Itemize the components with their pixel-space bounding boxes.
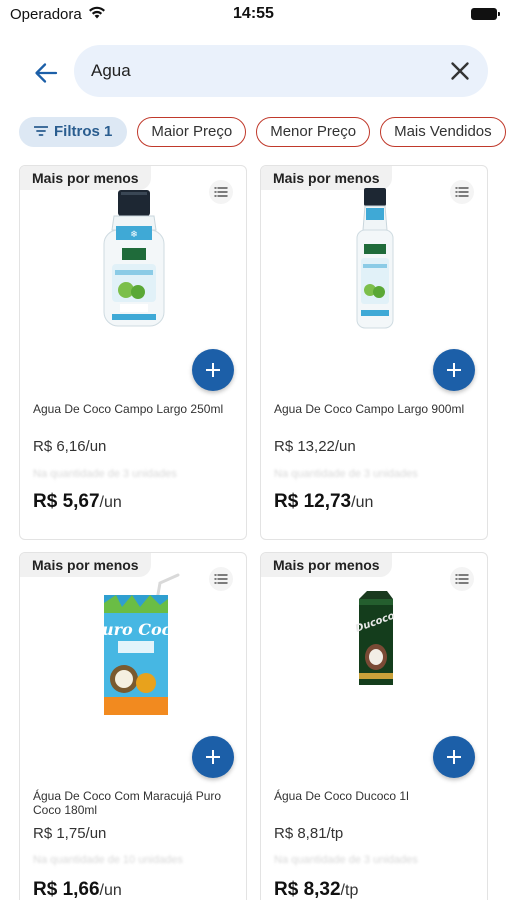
final-price-unit: /un xyxy=(99,882,122,899)
brand-logo: Puro Coco xyxy=(89,620,182,639)
arrow-left-icon[interactable] xyxy=(34,62,58,84)
filter-chip[interactable]: Filtros 1 xyxy=(19,117,128,147)
promo-note: Na quantidade de 3 unidades xyxy=(33,468,177,480)
product-card[interactable]: Mais por menos Ducoco Água De Coco Ducoc… xyxy=(260,552,488,900)
final-price-unit: /tp xyxy=(340,882,359,899)
final-price: R$ 5,67/un xyxy=(33,491,122,513)
search-bar xyxy=(74,45,488,97)
final-price-value: R$ 12,73 xyxy=(274,491,352,512)
clock: 14:55 xyxy=(233,5,274,22)
add-to-cart-button[interactable] xyxy=(433,349,475,391)
product-name: Água De Coco Com Maracujá Puro Coco 180m… xyxy=(33,789,222,817)
final-price-unit: /un xyxy=(351,494,374,511)
unit-price: R$ 1,75/un xyxy=(33,825,107,842)
promo-note: Na quantidade de 3 unidades xyxy=(274,468,418,480)
sort-chip-lowest-price[interactable]: Menor Preço xyxy=(256,117,371,147)
final-price: R$ 12,73/un xyxy=(274,491,373,513)
final-price-unit: /un xyxy=(99,494,122,511)
product-card[interactable]: Mais por menos ❄ Agua De Coco Campo Larg… xyxy=(19,165,247,540)
add-to-cart-button[interactable] xyxy=(433,736,475,778)
product-card[interactable]: Mais por menos Agua De Coco Campo Largo … xyxy=(260,165,488,540)
product-image: ❄ xyxy=(103,190,165,327)
final-price-value: R$ 1,66 xyxy=(33,879,100,900)
filter-icon xyxy=(34,126,48,136)
product-name: Agua De Coco Campo Largo 900ml xyxy=(274,402,465,416)
product-name: Água De Coco Ducoco 1l xyxy=(274,789,409,803)
search-input[interactable] xyxy=(91,59,431,83)
product-card[interactable]: Mais por menos Puro Coco Água De Coco Co… xyxy=(19,552,247,900)
product-image: Puro Coco xyxy=(89,573,182,715)
final-price-value: R$ 8,32 xyxy=(274,879,341,900)
filter-chips: Filtros 1 Maior Preço Menor Preço Mais Ven… xyxy=(19,117,507,149)
sort-chip-highest-price[interactable]: Maior Preço xyxy=(137,117,247,147)
add-to-cart-button[interactable] xyxy=(192,736,234,778)
product-image: Ducoco xyxy=(354,591,396,685)
filter-chip-label: Filtros 1 xyxy=(54,123,113,140)
sort-chip-best-selling[interactable]: Mais Vendidos xyxy=(380,117,506,147)
battery-icon xyxy=(471,8,500,20)
svg-text:❄: ❄ xyxy=(130,230,138,240)
final-price: R$ 1,66/un xyxy=(33,879,122,900)
status-bar: Operadora 14:55 xyxy=(0,0,507,30)
product-name: Agua De Coco Campo Largo 250ml xyxy=(33,402,224,416)
promo-note: Na quantidade de 10 unidades xyxy=(33,854,183,866)
close-icon[interactable] xyxy=(450,61,470,81)
promo-note: Na quantidade de 3 unidades xyxy=(274,854,418,866)
unit-price: R$ 13,22/un xyxy=(274,438,356,455)
unit-price: R$ 8,81/tp xyxy=(274,825,344,842)
final-price: R$ 8,32/tp xyxy=(274,879,358,900)
product-image xyxy=(356,188,394,329)
final-price-value: R$ 5,67 xyxy=(33,491,100,512)
unit-price: R$ 6,16/un xyxy=(33,438,107,455)
add-to-cart-button[interactable] xyxy=(192,349,234,391)
